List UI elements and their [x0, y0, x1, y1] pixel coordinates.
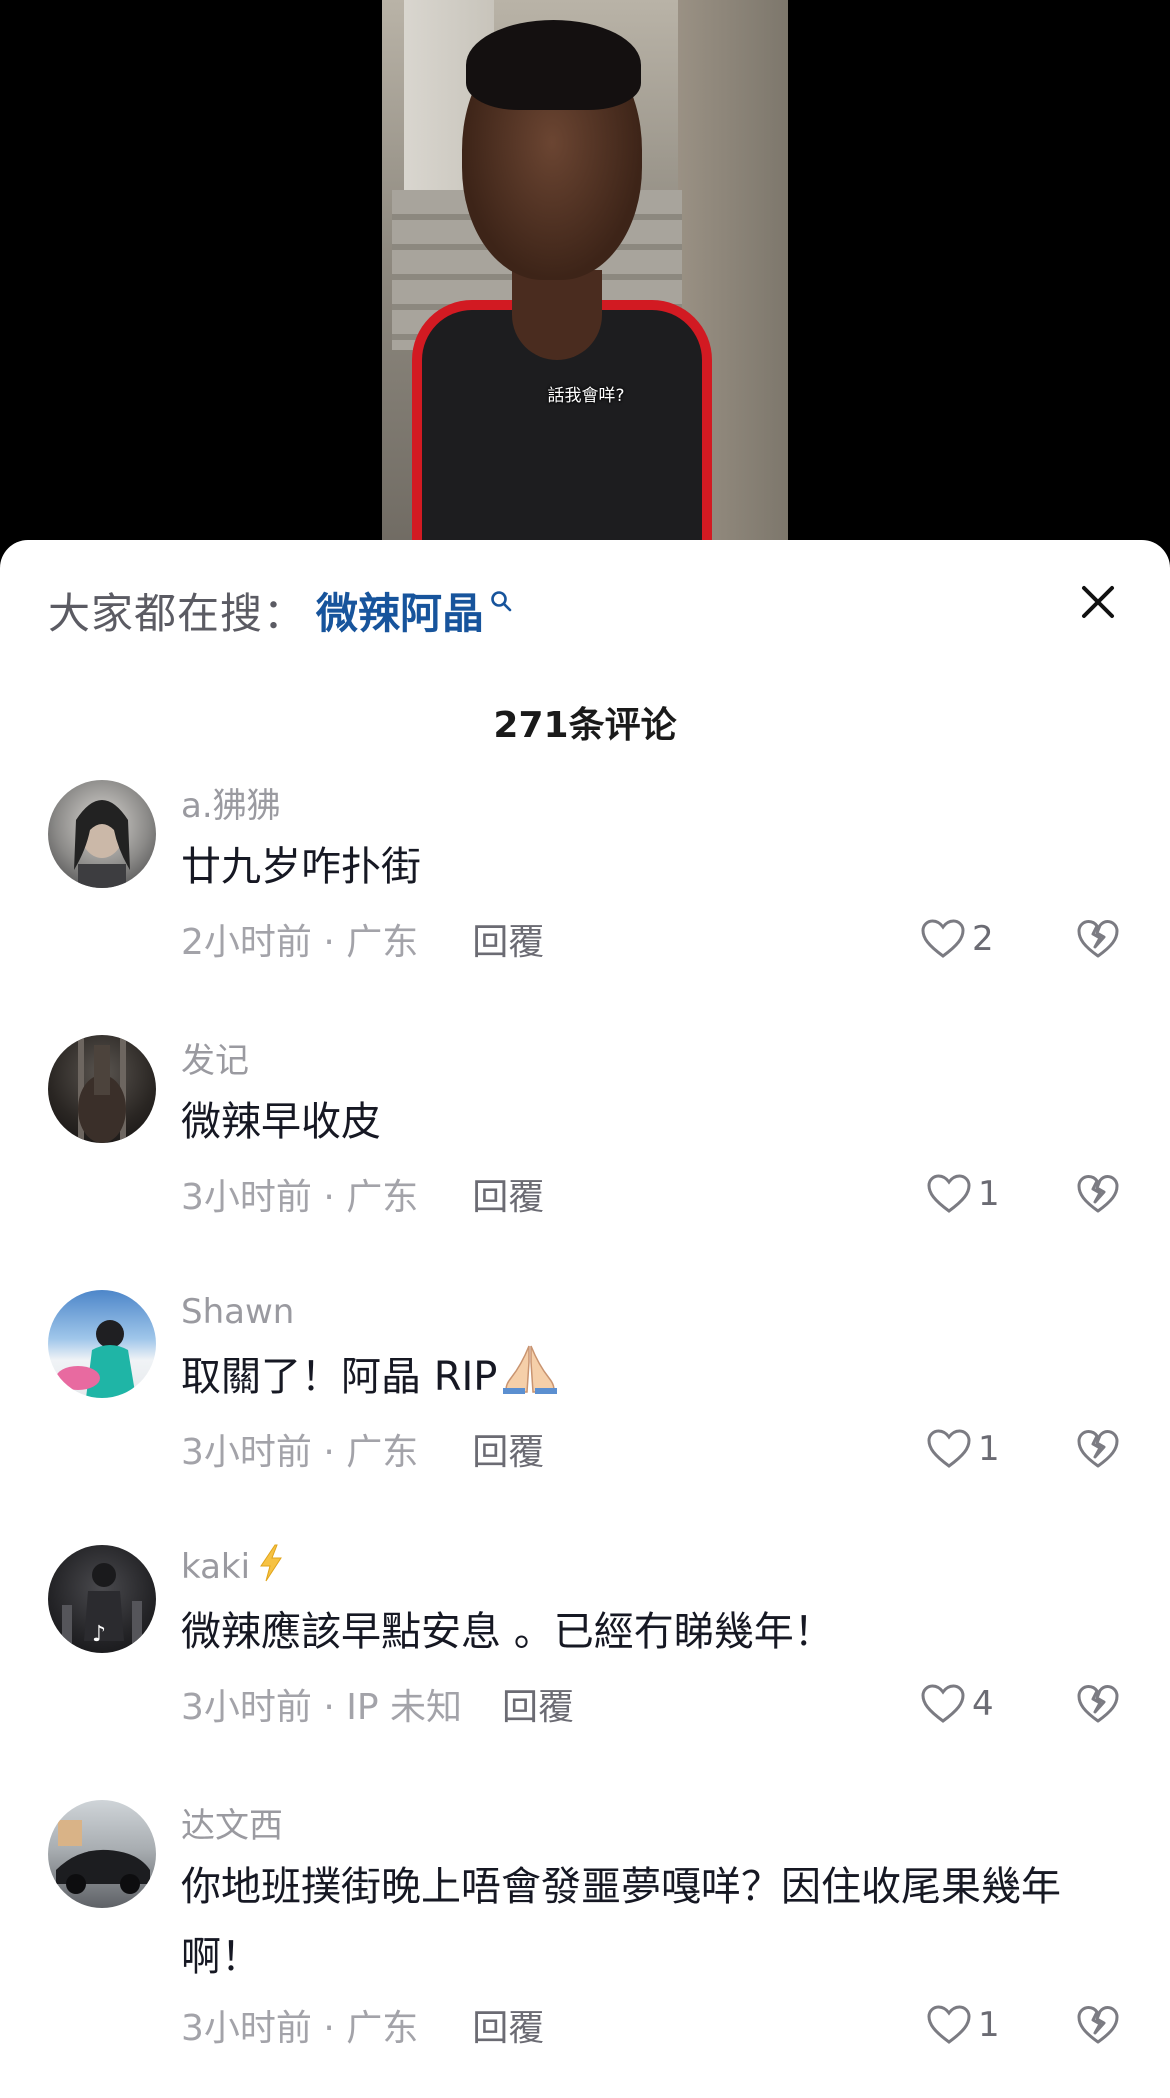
comment-username[interactable]: Shawn — [181, 1290, 294, 1334]
heart-outline-icon — [927, 1429, 971, 1468]
dislike-button[interactable] — [1076, 1427, 1120, 1471]
comment-text: 你地班撲街晚上唔會發噩夢嘎咩？因住收尾果幾年啊！ — [181, 1864, 1061, 1980]
video-subtitle: 話我會咩? — [547, 386, 625, 406]
svg-text:♪: ♪ — [92, 1622, 106, 1647]
comment-username[interactable]: 达文西 — [181, 1800, 283, 1846]
comment-meta: 2小时前 · 广东 回覆 — [181, 914, 544, 964]
avatar[interactable]: ♪ — [48, 1545, 156, 1653]
close-button[interactable] — [1074, 578, 1122, 626]
broken-heart-icon — [1077, 2006, 1119, 2044]
broken-heart-icon — [1077, 1430, 1119, 1468]
dislike-button[interactable] — [1076, 1172, 1120, 1216]
like-button[interactable]: 1 — [926, 1169, 1000, 1219]
comment-text: 取關了！阿晶 RIP — [181, 1342, 1101, 1416]
like-count: 2 — [972, 919, 994, 959]
search-prefix: 大家都在搜： — [48, 588, 307, 638]
comment-time-location: 3小时前 · IP 未知 — [181, 1687, 463, 1728]
comments-sheet: 大家都在搜： 微辣阿晶 271条评论 a.狒狒 廿九岁咋扑街 2小时前 · 广东… — [0, 540, 1170, 2098]
comment-meta: 3小时前 · IP 未知 回覆 — [181, 1679, 574, 1729]
praying-hands-icon — [501, 1342, 559, 1416]
like-button[interactable]: 1 — [926, 1424, 1000, 1474]
reply-button[interactable]: 回覆 — [472, 1999, 544, 2051]
reply-button[interactable]: 回覆 — [472, 913, 544, 965]
comment-username[interactable]: a.狒狒 — [181, 780, 281, 826]
like-button[interactable]: 2 — [920, 914, 994, 964]
like-count: 1 — [978, 2005, 1000, 2045]
lightning-icon — [258, 1543, 284, 1592]
comment-text: 廿九岁咋扑街 — [181, 844, 421, 890]
video-frame — [382, 0, 788, 560]
heart-outline-icon — [927, 2005, 971, 2044]
search-suggestion[interactable]: 大家都在搜： 微辣阿晶 — [48, 582, 512, 638]
avatar[interactable] — [48, 1290, 156, 1398]
comment-meta: 3小时前 · 广东 回覆 — [181, 2000, 544, 2050]
reply-button[interactable]: 回覆 — [472, 1423, 544, 1475]
dislike-button[interactable] — [1076, 1682, 1120, 1726]
comment-meta: 3小时前 · 广东 回覆 — [181, 1424, 544, 1474]
search-icon — [490, 590, 512, 612]
broken-heart-icon — [1077, 1685, 1119, 1723]
close-icon — [1082, 586, 1114, 618]
broken-heart-icon — [1077, 1175, 1119, 1213]
dislike-button[interactable] — [1076, 917, 1120, 961]
heart-outline-icon — [921, 1684, 965, 1723]
dislike-button[interactable] — [1076, 2003, 1120, 2047]
comment-username-text: kaki — [181, 1547, 251, 1587]
like-count: 4 — [972, 1684, 994, 1724]
comment-text: 微辣早收皮 — [181, 1099, 381, 1145]
like-button[interactable]: 1 — [926, 2000, 1000, 2050]
comment-text-body: 取關了！阿晶 RIP — [181, 1354, 498, 1400]
comment-time-location: 2小时前 · 广东 — [181, 922, 419, 963]
like-button[interactable]: 4 — [920, 1679, 994, 1729]
comment-time-location: 3小时前 · 广东 — [181, 1432, 419, 1473]
search-term-link[interactable]: 微辣阿晶 — [316, 580, 484, 641]
comment-time-location: 3小时前 · 广东 — [181, 2008, 419, 2049]
comment-text: 微辣應該早點安息 。已經冇睇幾年！ — [181, 1609, 834, 1655]
broken-heart-icon — [1077, 920, 1119, 958]
heart-outline-icon — [927, 1174, 971, 1213]
reply-button[interactable]: 回覆 — [502, 1678, 574, 1730]
comment-username[interactable]: 发记 — [181, 1035, 249, 1081]
avatar[interactable] — [48, 1035, 156, 1143]
avatar[interactable] — [48, 780, 156, 888]
avatar[interactable] — [48, 1800, 156, 1908]
comment-meta: 3小时前 · 广东 回覆 — [181, 1169, 544, 1219]
reply-button[interactable]: 回覆 — [472, 1168, 544, 1220]
heart-outline-icon — [921, 919, 965, 958]
comment-count: 271条评论 — [493, 705, 677, 746]
like-count: 1 — [978, 1429, 1000, 1469]
comment-time-location: 3小时前 · 广东 — [181, 1177, 419, 1218]
like-count: 1 — [978, 1174, 1000, 1214]
comment-username[interactable]: kaki — [181, 1543, 284, 1592]
video-player[interactable]: 話我會咩? — [0, 0, 1170, 560]
